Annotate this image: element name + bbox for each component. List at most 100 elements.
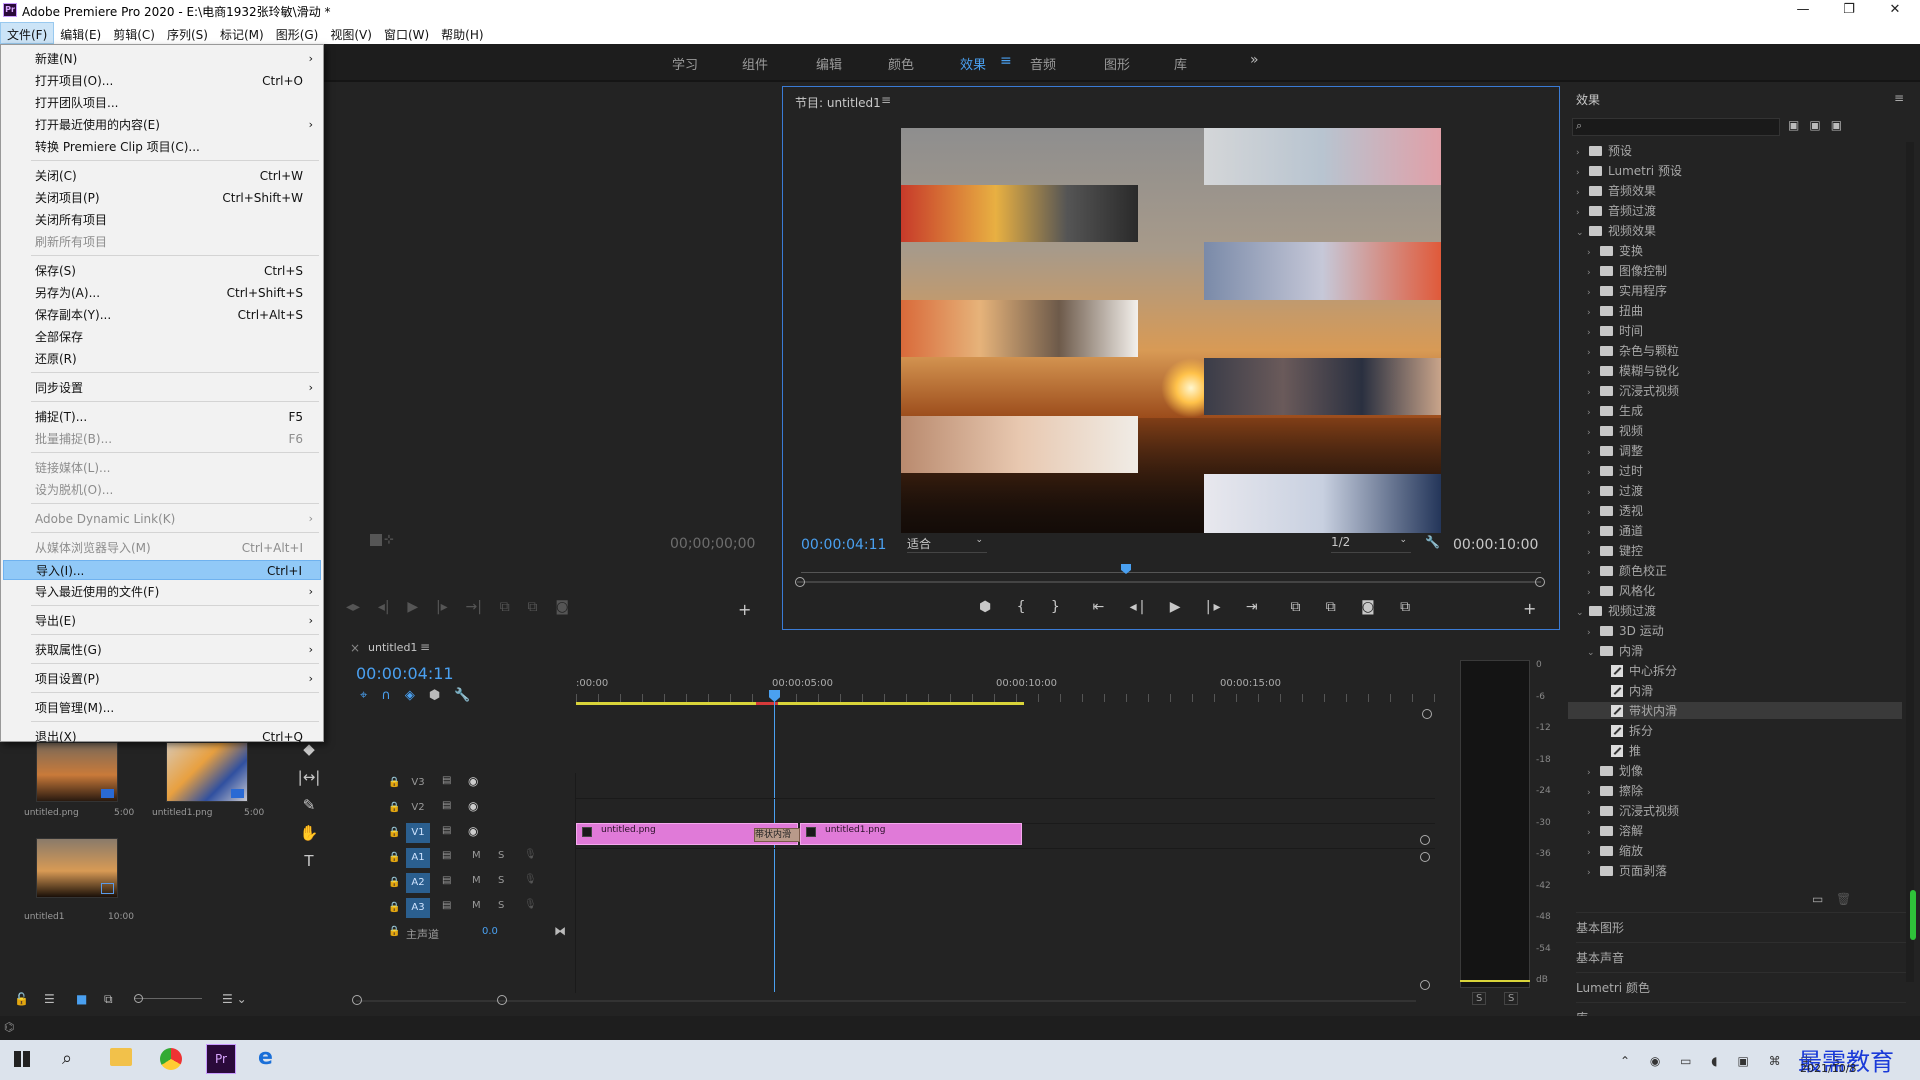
close-icon[interactable]: ✕: [1872, 0, 1918, 22]
effects-tree-item[interactable]: › 图像控制: [1587, 262, 1667, 279]
delete-icon[interactable]: 🗑: [1836, 892, 1851, 906]
effects-tree-item[interactable]: › 过时: [1587, 462, 1643, 479]
solo-left-button[interactable]: S: [1472, 992, 1487, 1005]
workspace-tab[interactable]: 颜色: [888, 54, 914, 73]
effects-tree-item[interactable]: › 风格化: [1587, 582, 1655, 599]
premiere-icon[interactable]: Pr: [206, 1044, 236, 1074]
file-menu-item[interactable]: 关闭(C) Ctrl+W: [3, 166, 321, 186]
menu-item[interactable]: 序列(S): [161, 23, 214, 45]
chevron-right-icon[interactable]: ›: [1587, 308, 1597, 318]
add-button-icon[interactable]: +: [738, 600, 751, 619]
maximize-icon[interactable]: ❐: [1826, 0, 1872, 22]
hand-tool-icon[interactable]: ✋: [290, 819, 328, 847]
effects-tree-item[interactable]: › 音频效果: [1576, 182, 1656, 199]
yuv-effects-icon[interactable]: ▣: [1831, 118, 1852, 132]
effects-tree-item[interactable]: › 扭曲: [1587, 302, 1643, 319]
chevron-right-icon[interactable]: ›: [1587, 268, 1597, 278]
workspace-tab[interactable]: 图形: [1104, 54, 1130, 73]
master-expand-icon[interactable]: ⧓: [554, 924, 566, 938]
file-menu-item[interactable]: 导出(E) ›: [3, 611, 321, 631]
thumb-untitled1-png[interactable]: [166, 742, 248, 802]
eye-icon[interactable]: ◉: [468, 824, 478, 838]
sync-icon[interactable]: ▤: [442, 850, 451, 861]
chevron-right-icon[interactable]: ›: [1587, 288, 1597, 298]
effects-tree-item[interactable]: › 实用程序: [1587, 282, 1667, 299]
scroll-handle[interactable]: [352, 995, 362, 1005]
timeline-tab[interactable]: untitled1: [368, 641, 417, 654]
scroll-handle[interactable]: [1422, 709, 1432, 719]
lock-icon[interactable]: 🔒: [388, 777, 400, 788]
solo-button[interactable]: S: [498, 850, 504, 861]
solo-button[interactable]: S: [498, 900, 504, 911]
effects-tree-item[interactable]: › 预设: [1576, 142, 1632, 159]
scroll-handle[interactable]: [1420, 852, 1430, 862]
scroll-handle[interactable]: [1420, 980, 1430, 990]
zoom-slider[interactable]: [134, 998, 202, 999]
lock-icon[interactable]: 🔒: [388, 852, 400, 863]
horizontal-scrollbar[interactable]: [356, 1000, 1416, 1002]
settings-wrench-icon[interactable]: 🔧: [454, 688, 484, 703]
effects-section[interactable]: Lumetri 颜色: [1576, 972, 1906, 1000]
lock-icon[interactable]: 🔒: [388, 926, 400, 937]
menu-item[interactable]: 标记(M): [214, 23, 270, 45]
close-tab-icon[interactable]: ×: [350, 641, 360, 655]
effects-tree-item[interactable]: › 缩放: [1587, 842, 1643, 859]
chevron-right-icon[interactable]: ›: [1587, 348, 1597, 358]
lock-icon[interactable]: 🔒: [388, 802, 400, 813]
panel-menu-icon[interactable]: ≡: [1894, 91, 1904, 105]
effects-tree-item[interactable]: › 透视: [1587, 502, 1643, 519]
file-menu-item[interactable]: 保存(S) Ctrl+S: [3, 261, 321, 281]
effects-tree-item[interactable]: 拆分: [1598, 722, 1653, 739]
track-label-a2[interactable]: A2: [406, 873, 430, 893]
track-label-v1[interactable]: V1: [406, 823, 430, 843]
file-menu-item[interactable]: 同步设置 ›: [3, 378, 321, 398]
file-menu-item[interactable]: 打开最近使用的内容(E) ›: [3, 115, 321, 135]
panel-menu-icon[interactable]: ≡: [881, 93, 891, 107]
effects-tree-item[interactable]: › 杂色与颗粒: [1587, 342, 1679, 359]
zoom-bar[interactable]: [797, 581, 1541, 583]
file-menu-item[interactable]: 新建(N) ›: [3, 49, 321, 69]
effects-tree-item[interactable]: 中心拆分: [1598, 662, 1677, 679]
drag-icon[interactable]: ⊹: [384, 532, 394, 546]
workspace-tab[interactable]: 学习: [672, 54, 698, 73]
chevron-right-icon[interactable]: ›: [1587, 388, 1597, 398]
file-menu-item[interactable]: 关闭所有项目: [3, 210, 321, 230]
sync-icon[interactable]: ▤: [442, 800, 451, 811]
pen-tool-icon[interactable]: ✎: [290, 791, 328, 819]
chevron-down-icon[interactable]: ⌄: [1576, 228, 1586, 238]
settings-icon[interactable]: [370, 534, 382, 546]
lock-icon[interactable]: 🔓: [14, 992, 29, 1006]
scroll-handle[interactable]: [497, 995, 507, 1005]
chevron-right-icon[interactable]: ›: [1587, 528, 1597, 538]
file-menu-item[interactable]: 导入最近使用的文件(F) ›: [3, 582, 321, 602]
marker-icon[interactable]: ◈: [405, 688, 429, 703]
menu-item[interactable]: 窗口(W): [378, 23, 435, 45]
file-menu-item[interactable]: 打开团队项目...: [3, 93, 321, 113]
scroll-indicator[interactable]: [1910, 890, 1916, 940]
effects-tree-item[interactable]: › 音频过渡: [1576, 202, 1656, 219]
effects-tree-item[interactable]: › 擦除: [1587, 782, 1643, 799]
add-marker-icon[interactable]: ⬢: [429, 688, 454, 703]
eye-icon[interactable]: ◉: [468, 774, 478, 788]
32bit-effects-icon[interactable]: ▣: [1809, 118, 1830, 132]
mute-button[interactable]: M: [472, 875, 481, 886]
chrome-icon[interactable]: [160, 1048, 182, 1070]
clip-untitled1-png[interactable]: untitled1.png: [800, 823, 1022, 845]
file-menu-item[interactable]: 捕捉(T)... F5: [3, 407, 321, 427]
mute-button[interactable]: M: [472, 850, 481, 861]
thumb-untitled-png[interactable]: [36, 742, 118, 802]
menu-file[interactable]: 文件(F): [0, 22, 55, 44]
menu-item[interactable]: 图形(G): [270, 23, 325, 45]
effects-tree-item[interactable]: › 划像: [1587, 762, 1643, 779]
effects-tree-item[interactable]: › 时间: [1587, 322, 1643, 339]
effects-tree-item[interactable]: › 颜色校正: [1587, 562, 1667, 579]
workspace-tab[interactable]: 编辑: [816, 54, 842, 73]
search-icon[interactable]: ⌕: [62, 1048, 72, 1069]
file-menu-item[interactable]: 还原(R): [3, 349, 321, 369]
effects-tree-item[interactable]: 带状内滑: [1568, 702, 1902, 719]
work-area-bar[interactable]: [576, 702, 1024, 705]
effects-tree-item[interactable]: › 通道: [1587, 522, 1643, 539]
chevron-right-icon[interactable]: ›: [1587, 408, 1597, 418]
icon-view-icon[interactable]: ■: [76, 992, 87, 1006]
chevron-down-icon[interactable]: ⌄: [1576, 608, 1586, 618]
